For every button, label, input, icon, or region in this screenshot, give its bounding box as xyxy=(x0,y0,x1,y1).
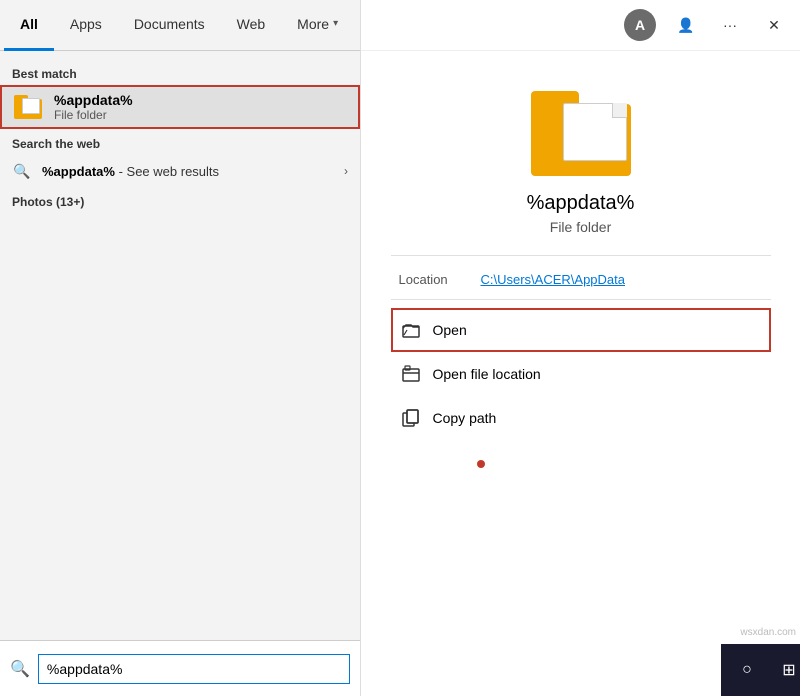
search-icon: 🔍 xyxy=(12,161,32,181)
tab-web[interactable]: Web xyxy=(221,0,282,51)
watermark: wsxdan.com xyxy=(740,627,796,638)
detail-header: A 👤 ··· ✕ xyxy=(361,0,800,51)
location-label: Location xyxy=(399,272,469,287)
taskbar: ○ ⊞ 📁 🛍 ✉ 🌊 🛒 🎮 🌐 xyxy=(721,644,800,696)
open-file-location-action[interactable]: Open file location xyxy=(391,352,771,396)
copy-path-icon xyxy=(401,408,421,428)
action-list: Open Open file location xyxy=(391,308,771,440)
person-icon: 👤 xyxy=(677,17,694,34)
folder-icon-small-wrapper xyxy=(12,91,44,123)
ellipsis-icon: ··· xyxy=(723,17,737,33)
result-title: %appdata% xyxy=(54,92,133,108)
detail-divider-2 xyxy=(391,299,771,300)
red-dot-indicator xyxy=(477,460,485,468)
search-box-container: 🔍 xyxy=(0,640,360,696)
tab-all[interactable]: All xyxy=(4,0,54,51)
close-button[interactable]: ✕ xyxy=(760,11,788,39)
more-options-btn[interactable]: ··· xyxy=(716,11,744,39)
taskbar-taskview-icon: ⊞ xyxy=(782,660,795,680)
detail-folder-icon xyxy=(531,91,631,176)
search-input[interactable] xyxy=(38,654,350,684)
detail-folder-paper xyxy=(563,103,627,161)
open-label: Open xyxy=(433,322,467,338)
detail-location-row: Location C:\Users\ACER\AppData xyxy=(391,268,771,291)
location-value[interactable]: C:\Users\ACER\AppData xyxy=(481,272,626,287)
tab-documents[interactable]: Documents xyxy=(118,0,221,51)
search-box-icon: 🔍 xyxy=(10,659,30,679)
arrow-right-icon: › xyxy=(344,164,348,178)
taskbar-taskview-btn[interactable]: ⊞ xyxy=(771,652,800,688)
close-icon: ✕ xyxy=(768,17,780,34)
detail-title: %appdata% xyxy=(527,192,635,215)
result-text: %appdata% File folder xyxy=(54,92,133,122)
detail-subtitle: File folder xyxy=(550,219,611,235)
search-results: Best match %appdata% File folder Search … xyxy=(0,51,360,640)
detail-panel: A 👤 ··· ✕ %appdata% File folder Location… xyxy=(360,0,800,696)
open-file-location-icon xyxy=(401,364,421,384)
avatar[interactable]: A xyxy=(624,9,656,41)
web-search-label: Search the web xyxy=(0,129,360,155)
detail-content: %appdata% File folder Location C:\Users\… xyxy=(361,51,800,696)
folder-icon-small xyxy=(14,95,42,119)
copy-path-label: Copy path xyxy=(433,410,497,426)
result-subtitle: File folder xyxy=(54,108,133,122)
taskbar-search-btn[interactable]: ○ xyxy=(729,652,765,688)
best-match-item[interactable]: %appdata% File folder xyxy=(0,85,360,129)
taskbar-search-icon: ○ xyxy=(742,661,752,679)
tab-apps[interactable]: Apps xyxy=(54,0,118,51)
detail-divider-1 xyxy=(391,255,771,256)
web-search-text: %appdata% - See web results xyxy=(42,164,334,179)
folder-paper xyxy=(22,98,40,114)
photos-section-label: Photos (13+) xyxy=(0,187,360,213)
tabs-bar: All Apps Documents Web More ▾ xyxy=(0,0,360,51)
open-icon xyxy=(401,320,421,340)
search-panel: All Apps Documents Web More ▾ Best match xyxy=(0,0,360,696)
web-search-item[interactable]: 🔍 %appdata% - See web results › xyxy=(0,155,360,187)
person-icon-btn[interactable]: 👤 xyxy=(672,11,700,39)
chevron-down-icon: ▾ xyxy=(333,18,338,29)
best-match-label: Best match xyxy=(0,59,360,85)
tab-more[interactable]: More ▾ xyxy=(281,0,354,51)
open-action[interactable]: Open xyxy=(391,308,771,352)
web-search-suffix: - See web results xyxy=(119,164,219,179)
copy-path-action[interactable]: Copy path xyxy=(391,396,771,440)
open-file-location-label: Open file location xyxy=(433,366,541,382)
